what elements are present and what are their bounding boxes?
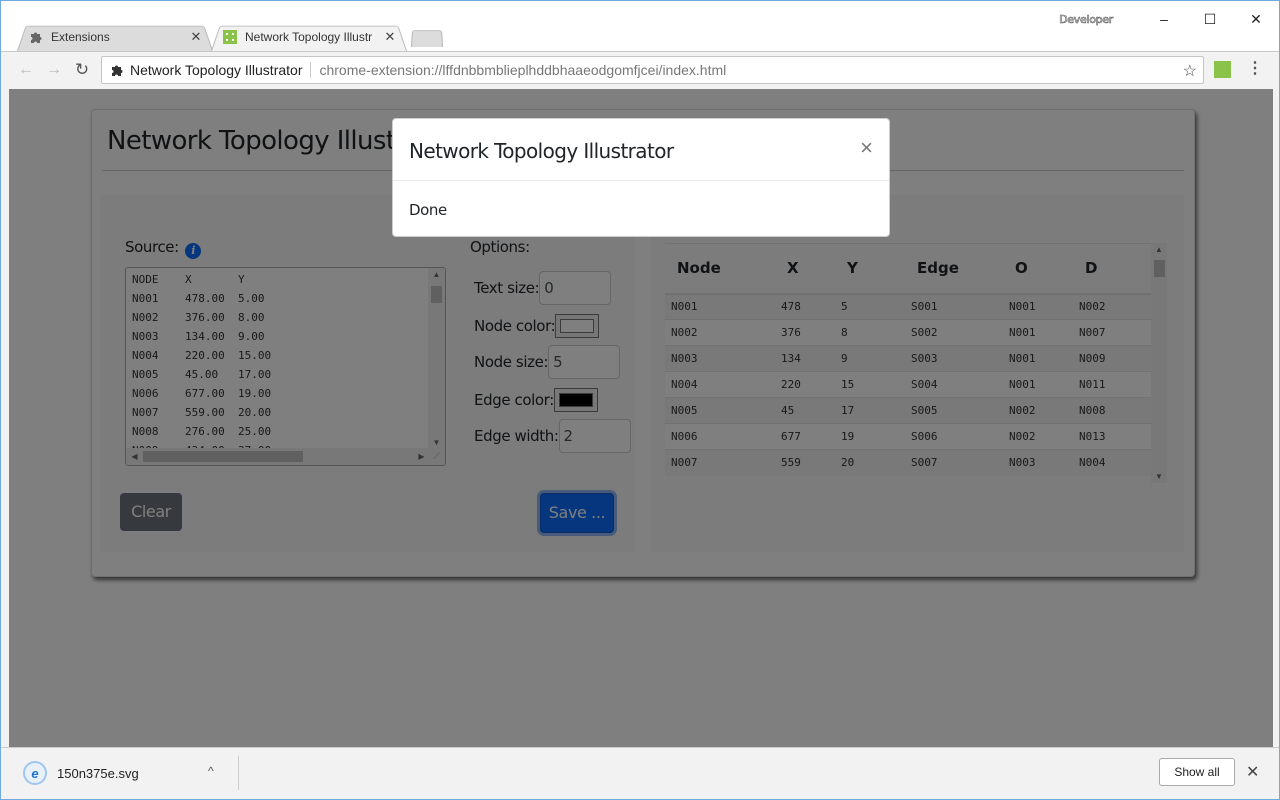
forward-button[interactable]: → [43, 59, 65, 81]
tab-label: Network Topology Illustr [245, 30, 373, 44]
puzzle-icon [29, 30, 43, 44]
extension-app-icon[interactable] [1214, 61, 1231, 78]
modal-title: Network Topology Illustrator [409, 139, 674, 163]
new-tab-button[interactable] [411, 29, 443, 47]
address-bar[interactable]: Network Topology Illustrator chrome-exte… [101, 56, 1204, 84]
reload-button[interactable]: ↻ [71, 59, 93, 81]
profile-label: Developer [1059, 12, 1114, 26]
browser-toolbar: ← → ↻ Network Topology Illustrator chrom… [1, 51, 1279, 88]
file-icon: e [23, 761, 47, 785]
close-download-bar-icon[interactable]: ✕ [1246, 762, 1259, 782]
browser-window: Extensions ✕ Network Topology Illustr ✕ … [0, 0, 1280, 800]
download-item[interactable]: e 150n375e.svg [23, 760, 139, 786]
maximize-button[interactable]: ☐ [1187, 11, 1233, 28]
show-all-button[interactable]: Show all [1159, 758, 1235, 786]
url-text[interactable]: chrome-extension://lffdnbbmblieplhddbhaa… [319, 62, 726, 78]
page-content: Network Topology Illustrator Source: i N… [9, 89, 1273, 747]
modal-header: Network Topology Illustrator × [393, 119, 889, 181]
browser-menu-icon[interactable]: ⋮ [1247, 60, 1263, 78]
download-bar: e 150n375e.svg ^ Show all ✕ [1, 747, 1279, 799]
puzzle-icon [110, 63, 124, 77]
tab-network-topology[interactable]: Network Topology Illustr ✕ [211, 23, 407, 51]
omnibox-separator [310, 62, 312, 78]
tab-extensions[interactable]: Extensions ✕ [17, 23, 213, 51]
tab-label: Extensions [51, 30, 110, 44]
close-window-button[interactable]: ✕ [1233, 11, 1279, 28]
divider [238, 756, 239, 790]
modal-dialog: Network Topology Illustrator × Done [392, 118, 890, 237]
modal-body-text: Done [409, 201, 447, 219]
tab-strip: Extensions ✕ Network Topology Illustr ✕ … [1, 1, 1279, 51]
window-controls: Developer – ☐ ✕ [1059, 1, 1279, 37]
download-filename: 150n375e.svg [57, 765, 139, 781]
tab-close-icon[interactable]: ✕ [383, 29, 397, 45]
site-name: Network Topology Illustrator [130, 62, 303, 78]
chevron-up-icon[interactable]: ^ [208, 764, 214, 778]
extension-app-icon [223, 30, 237, 44]
modal-close-button[interactable]: × [860, 135, 873, 161]
back-button[interactable]: ← [15, 59, 37, 81]
bookmark-star-icon[interactable]: ☆ [1183, 61, 1197, 81]
tab-close-icon[interactable]: ✕ [189, 29, 203, 45]
minimize-button[interactable]: – [1141, 11, 1187, 27]
